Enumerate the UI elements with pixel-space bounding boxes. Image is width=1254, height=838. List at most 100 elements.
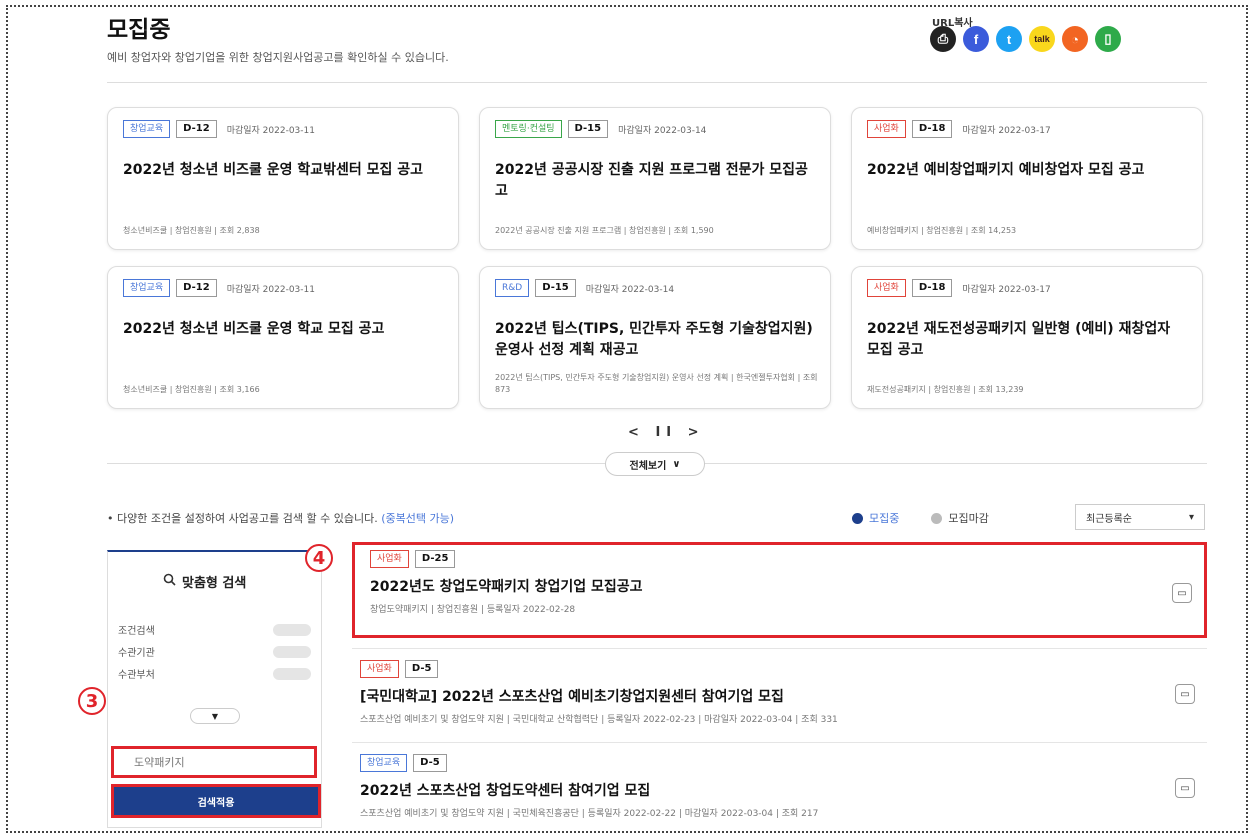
status-filter: 모집중 모집마감 bbox=[852, 510, 989, 526]
card-title[interactable]: 2022년 청소년 비즈쿨 운영 학교밖센터 모집 공고 bbox=[123, 160, 443, 181]
filter-row-label: 수관부처 bbox=[118, 670, 155, 681]
dday-badge: D-18 bbox=[911, 120, 953, 138]
page-subtitle: 예비 창업자와 창업기업을 위한 창업지원사업공고를 확인하실 수 있습니다. bbox=[107, 51, 449, 64]
next-arrow-icon[interactable]: > bbox=[688, 425, 705, 440]
card-title[interactable]: 2022년 팁스(TIPS, 민간투자 주도형 기술창업지원) 운영사 선정 계… bbox=[495, 319, 815, 361]
print-icon[interactable]: ⎙ bbox=[930, 26, 956, 52]
notice-card[interactable]: 사업화 D-18 마감일자 2022-03-17 2022년 예비창업패키지 예… bbox=[851, 107, 1203, 250]
chevron-down-icon: ∨ bbox=[672, 458, 681, 470]
deadline: 마감일자 2022-03-11 bbox=[226, 125, 315, 136]
filter-row-label: 수관기관 bbox=[118, 648, 155, 659]
category-tag: 창업교육 bbox=[123, 279, 171, 297]
dday-badge: D-15 bbox=[567, 120, 609, 138]
card-title[interactable]: 2022년 청소년 비즈쿨 운영 학교 모집 공고 bbox=[123, 319, 443, 340]
result-title[interactable]: 2022년 스포츠산업 창업도약센터 참여기업 모집 bbox=[360, 780, 1199, 800]
radio-open-icon[interactable] bbox=[852, 512, 863, 524]
page-title: 모집중 bbox=[107, 17, 171, 43]
keyword-search-input[interactable] bbox=[111, 746, 317, 778]
rss-icon[interactable]: ◔ bbox=[1062, 26, 1088, 52]
dday-badge: D-15 bbox=[535, 279, 576, 297]
result-divider bbox=[352, 742, 1207, 743]
dday-badge: D-5 bbox=[404, 660, 439, 678]
annotation-marker-4: 4 bbox=[305, 544, 333, 572]
category-tag: 창업교육 bbox=[123, 120, 171, 138]
filter-row-label: 조건검색 bbox=[118, 626, 155, 637]
custom-search-title: 맞춤형 검색 bbox=[163, 572, 246, 591]
calendar-icon[interactable]: ▭ bbox=[1175, 684, 1195, 704]
card-meta: 청소년비즈쿨 | 창업진흥원 | 조회 2,838 bbox=[123, 226, 260, 235]
sort-select[interactable]: 최근등록순 ▾ bbox=[1075, 504, 1205, 530]
status-open-label[interactable]: 모집중 bbox=[869, 510, 899, 526]
notice-card[interactable]: R&D D-15 마감일자 2022-03-14 2022년 팁스(TIPS, … bbox=[479, 266, 831, 409]
card-meta: 예비창업패키지 | 창업진흥원 | 조회 14,253 bbox=[867, 226, 1017, 235]
calendar-icon[interactable]: ▭ bbox=[1172, 583, 1192, 603]
result-item[interactable]: 사업화 D-25 2022년도 창업도약패키지 창업기업 모집공고 창업도약패키… bbox=[352, 542, 1207, 638]
share-bar: ⎙ f t talk ◔ ▯ bbox=[930, 26, 1121, 52]
side-title-label: 맞춤형 검색 bbox=[182, 576, 247, 591]
header-divider bbox=[107, 82, 1207, 83]
guide-text: • 다양한 조건을 설정하여 사업공고를 검색 할 수 있습니다. bbox=[107, 512, 378, 525]
category-tag: 멘토링·컨설팅 bbox=[495, 120, 562, 138]
prev-arrow-icon[interactable]: < bbox=[628, 425, 645, 440]
deadline: 마감일자 2022-03-17 bbox=[962, 284, 1051, 295]
category-tag: 사업화 bbox=[867, 279, 906, 297]
triangle-down-icon: ▼ bbox=[211, 711, 219, 721]
deadline: 마감일자 2022-03-14 bbox=[618, 125, 707, 136]
view-all-button[interactable]: 전체보기 ∨ bbox=[605, 452, 705, 476]
search-guide: • 다양한 조건을 설정하여 사업공고를 검색 할 수 있습니다. (중복선택 … bbox=[107, 510, 454, 526]
toggle-pill[interactable] bbox=[273, 645, 311, 658]
dday-badge: D-18 bbox=[911, 279, 953, 297]
card-title[interactable]: 2022년 예비창업패키지 예비창업자 모집 공고 bbox=[867, 160, 1187, 181]
card-meta: 청소년비즈쿨 | 창업진흥원 | 조회 3,166 bbox=[123, 385, 260, 394]
toggle-pill[interactable] bbox=[273, 623, 311, 636]
kakaotalk-icon[interactable]: talk bbox=[1029, 26, 1055, 52]
radio-closed-icon[interactable] bbox=[931, 512, 943, 524]
notice-card[interactable]: 사업화 D-18 마감일자 2022-03-17 2022년 재도전성공패키지 … bbox=[851, 266, 1203, 409]
category-tag: 사업화 bbox=[867, 120, 906, 138]
card-meta: 2022년 공공시장 진출 지원 프로그램 | 창업진흥원 | 조회 1,590 bbox=[495, 226, 714, 235]
apply-search-button[interactable]: 검색적용 bbox=[111, 784, 321, 818]
dday-badge: D-5 bbox=[413, 754, 447, 772]
result-item[interactable]: 사업화 D-5 [국민대학교] 2022년 스포츠산업 예비초기창업지원센터 참… bbox=[352, 660, 1207, 736]
notice-card[interactable]: 창업교육 D-12 마감일자 2022-03-11 2022년 청소년 비즈쿨 … bbox=[107, 107, 459, 250]
category-tag: 창업교육 bbox=[360, 754, 408, 772]
sort-value: 최근등록순 bbox=[1086, 513, 1132, 525]
deadline: 마감일자 2022-03-14 bbox=[585, 284, 675, 295]
annotation-marker-3: 3 bbox=[78, 687, 106, 715]
card-meta: 2022년 팁스(TIPS, 민간투자 주도형 기술창업지원) 운영사 선정 계… bbox=[495, 373, 818, 394]
result-divider bbox=[352, 648, 1207, 649]
caret-down-icon: ▾ bbox=[1188, 511, 1194, 523]
twitter-icon[interactable]: t bbox=[996, 26, 1022, 52]
notice-card[interactable]: 창업교육 D-12 마감일자 2022-03-11 2022년 청소년 비즈쿨 … bbox=[107, 266, 459, 409]
card-meta: 재도전성공패키지 | 창업진흥원 | 조회 13,239 bbox=[867, 385, 1024, 394]
search-icon bbox=[163, 573, 176, 590]
category-tag: 사업화 bbox=[370, 550, 409, 568]
category-tag: R&D bbox=[495, 279, 530, 297]
facebook-icon[interactable]: f bbox=[963, 26, 989, 52]
toggle-pill[interactable] bbox=[273, 667, 311, 680]
deadline: 마감일자 2022-03-11 bbox=[226, 284, 315, 295]
deadline: 마감일자 2022-03-17 bbox=[962, 125, 1051, 136]
pause-icon[interactable]: II bbox=[655, 425, 677, 440]
card-title[interactable]: 2022년 공공시장 진출 지원 프로그램 전문가 모집공고 bbox=[495, 160, 815, 202]
dday-badge: D-25 bbox=[414, 550, 456, 568]
result-meta: 스포츠산업 예비초기 및 창업도약 지원 | 국민대학교 산학협력단 | 등록일… bbox=[360, 715, 838, 725]
filter-row[interactable]: 수관부처 bbox=[118, 666, 311, 681]
notice-card[interactable]: 멘토링·컨설팅 D-15 마감일자 2022-03-14 2022년 공공시장 … bbox=[479, 107, 831, 250]
status-closed-label[interactable]: 모집마감 bbox=[948, 510, 988, 526]
calendar-icon[interactable]: ▭ bbox=[1175, 778, 1195, 798]
dday-badge: D-12 bbox=[176, 120, 217, 138]
filter-row[interactable]: 조건검색 bbox=[118, 622, 311, 637]
result-title[interactable]: [국민대학교] 2022년 스포츠산업 예비초기창업지원센터 참여기업 모집 bbox=[360, 686, 1199, 706]
filter-row[interactable]: 수관기관 bbox=[118, 644, 311, 659]
category-tag: 사업화 bbox=[360, 660, 399, 678]
result-meta: 스포츠산업 예비초기 및 창업도약 지원 | 국민체육진흥공단 | 등록일자 2… bbox=[360, 809, 819, 819]
result-meta: 창업도약패키지 | 창업진흥원 | 등록일자 2022-02-28 bbox=[370, 605, 576, 615]
bookmark-icon[interactable]: ▯ bbox=[1095, 26, 1121, 52]
carousel-pager: < II > bbox=[628, 425, 705, 440]
expand-button[interactable]: ▼ bbox=[190, 708, 240, 724]
card-title[interactable]: 2022년 재도전성공패키지 일반형 (예비) 재창업자 모집 공고 bbox=[867, 319, 1187, 361]
result-title[interactable]: 2022년도 창업도약패키지 창업기업 모집공고 bbox=[370, 576, 1189, 596]
result-item[interactable]: 창업교육 D-5 2022년 스포츠산업 창업도약센터 참여기업 모집 스포츠산… bbox=[352, 754, 1207, 824]
guide-highlight: (중복선택 가능) bbox=[381, 512, 455, 525]
